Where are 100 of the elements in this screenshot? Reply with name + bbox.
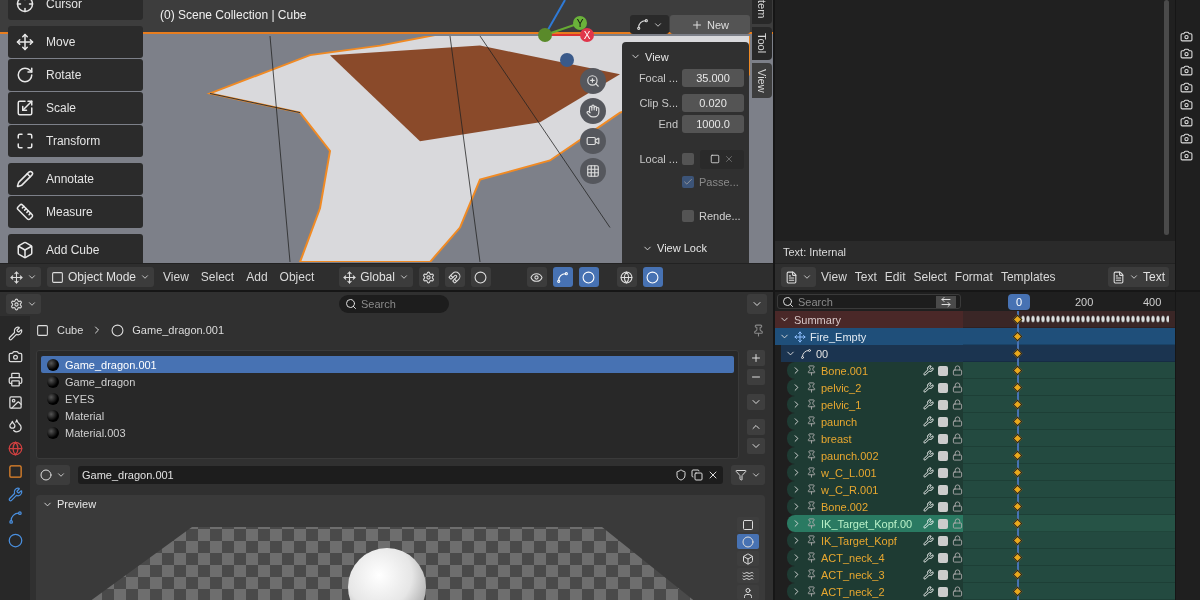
checkbox[interactable] [938,365,948,376]
bone-channel[interactable]: w_C_R.001 [787,481,963,498]
tool-button[interactable]: Add Cube [8,234,143,263]
bone-channel[interactable]: pelvic_1 [787,396,963,413]
number-field[interactable]: 0.020 [682,93,744,112]
checkbox[interactable] [682,210,694,223]
move-up-button[interactable] [747,419,765,435]
material-slot[interactable]: Game_dragon.001 [41,356,734,373]
checkbox[interactable] [938,501,948,512]
tool-button[interactable]: Rotate [8,59,143,91]
bone-channel[interactable]: Bone.001 [787,362,963,379]
bone-channel[interactable]: ACT_neck_4 [787,549,963,566]
tool-button[interactable]: Annotate [8,163,143,195]
bone-channel[interactable]: IK_Target_Kopf [787,532,963,549]
bone-channel[interactable]: breast [787,430,963,447]
material-slot[interactable]: Material [41,407,734,424]
editor-type-dropdown[interactable] [6,267,41,287]
menu-item[interactable]: View [818,270,850,284]
search-field[interactable]: Search [777,294,961,309]
object-row[interactable]: Fire_Empty [775,328,963,345]
proportional-button[interactable] [470,267,491,287]
number-field[interactable]: 35.000 [682,68,744,87]
menu-item[interactable]: View [160,270,192,284]
tool-button[interactable]: Cursor [8,0,143,20]
material-shading-button[interactable] [642,267,663,287]
tool-button[interactable]: Scale [8,92,143,124]
search-input[interactable]: Search [798,295,918,308]
menu-item[interactable]: Add [243,270,271,284]
panel-title[interactable]: Preview [57,498,97,510]
tool-button[interactable]: Move [8,26,143,58]
breadcrumb-item[interactable]: Game_dragon.001 [132,324,225,336]
checkbox[interactable] [938,518,948,529]
preview-shape-button[interactable] [737,551,759,566]
editor-type-dropdown[interactable] [781,267,816,287]
material-name-field[interactable]: Game_dragon.001 [78,466,723,484]
search-field[interactable]: Search [339,295,449,313]
tool-button[interactable]: Transform [8,125,143,157]
checkbox[interactable] [938,416,948,427]
menu-item[interactable]: Edit [881,270,909,284]
summary-row[interactable]: Summary [775,311,963,328]
tool-button[interactable]: Measure [8,196,143,228]
camera-button[interactable] [580,128,606,154]
subpanel-title[interactable]: View Lock [657,242,707,255]
pivot-button[interactable] [418,267,439,287]
material-slot[interactable]: Game_dragon [41,373,734,390]
options-dropdown[interactable] [747,294,767,314]
menu-item[interactable]: Object [276,270,318,284]
menu-item[interactable]: Text [851,270,880,284]
bone-channel[interactable]: w_C_L.001 [787,464,963,481]
gizmo-button[interactable] [552,267,573,287]
filter-dropdown[interactable] [731,465,765,485]
material-slot[interactable]: Material.003 [41,424,734,441]
search-input[interactable]: Search [361,298,441,310]
new-button[interactable]: New [670,15,750,34]
playhead-line[interactable] [1017,311,1019,600]
grid-button[interactable] [580,158,606,184]
axis-gizmo-drawing[interactable]: Y X [530,0,600,70]
remove-slot-button[interactable] [747,369,765,385]
sidebar-tab[interactable]: Tool [752,27,772,60]
mode-dropdown[interactable]: Object Mode [47,267,155,287]
checkbox[interactable] [938,467,948,478]
bone-channel[interactable]: paunch.002 [787,447,963,464]
bone-channel[interactable]: ACT_neck_2 [787,583,963,600]
panel-title[interactable]: View [645,50,669,63]
stroke-type-dropdown[interactable] [630,15,669,34]
number-field[interactable]: 1000.0 [682,114,744,133]
material-browse-dropdown[interactable] [36,465,70,485]
preview-shape-button[interactable] [737,517,759,532]
checkbox[interactable] [682,153,694,166]
sidebar-tab[interactable]: View [752,62,772,99]
visibility-button[interactable] [526,267,547,287]
preview-shape-button[interactable] [737,585,759,600]
breadcrumb-item[interactable]: Cube [57,324,84,336]
bone-channel[interactable]: Bone.002 [787,498,963,515]
menu-item[interactable]: Select [197,270,238,284]
editor-type-dropdown[interactable] [6,294,41,314]
checkbox[interactable] [938,552,948,563]
sidebar-tab[interactable]: tem [752,0,772,25]
action-row[interactable]: 00 [781,345,963,362]
snap-button[interactable] [444,267,465,287]
checkbox[interactable] [938,433,948,444]
menu-item[interactable]: Select [910,270,950,284]
material-slot[interactable]: EYES [41,390,734,407]
move-down-button[interactable] [747,438,765,454]
wireframe-shading-button[interactable] [616,267,637,287]
checkbox[interactable] [938,450,948,461]
scrollbar[interactable] [1164,0,1169,235]
bone-channel[interactable]: ACT_neck_3 [787,566,963,583]
bone-channel[interactable]: pelvic_2 [787,379,963,396]
text-datablock-dropdown[interactable]: Text [1108,267,1169,287]
bone-channel[interactable]: paunch [787,413,963,430]
checkbox[interactable] [938,382,948,393]
checkbox[interactable] [938,586,948,597]
checkbox[interactable] [938,569,948,580]
add-slot-button[interactable] [747,350,765,366]
slot-menu-button[interactable] [747,394,765,410]
overlay-button[interactable] [578,267,599,287]
bone-channel[interactable]: IK_Target_Kopf.00 [787,515,963,532]
preview-shape-button[interactable] [737,568,759,583]
current-frame-badge[interactable]: 0 [1008,294,1030,310]
